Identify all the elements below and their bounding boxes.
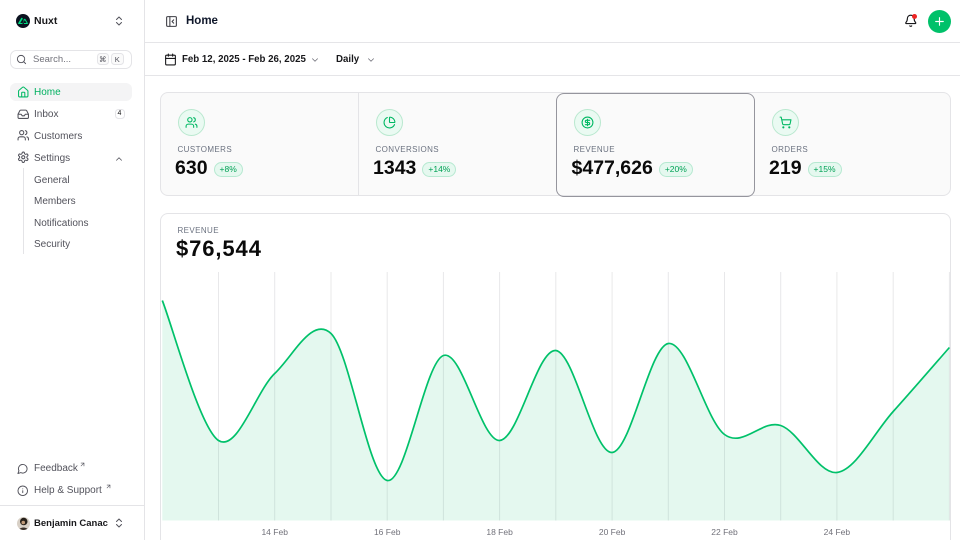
svg-text:24 Feb: 24 Feb — [823, 527, 850, 537]
svg-text:16 Feb: 16 Feb — [373, 527, 400, 537]
svg-text:20 Feb: 20 Feb — [598, 527, 625, 537]
svg-text:22 Feb: 22 Feb — [711, 527, 738, 537]
svg-text:18 Feb: 18 Feb — [486, 527, 513, 537]
svg-text:14 Feb: 14 Feb — [261, 527, 288, 537]
